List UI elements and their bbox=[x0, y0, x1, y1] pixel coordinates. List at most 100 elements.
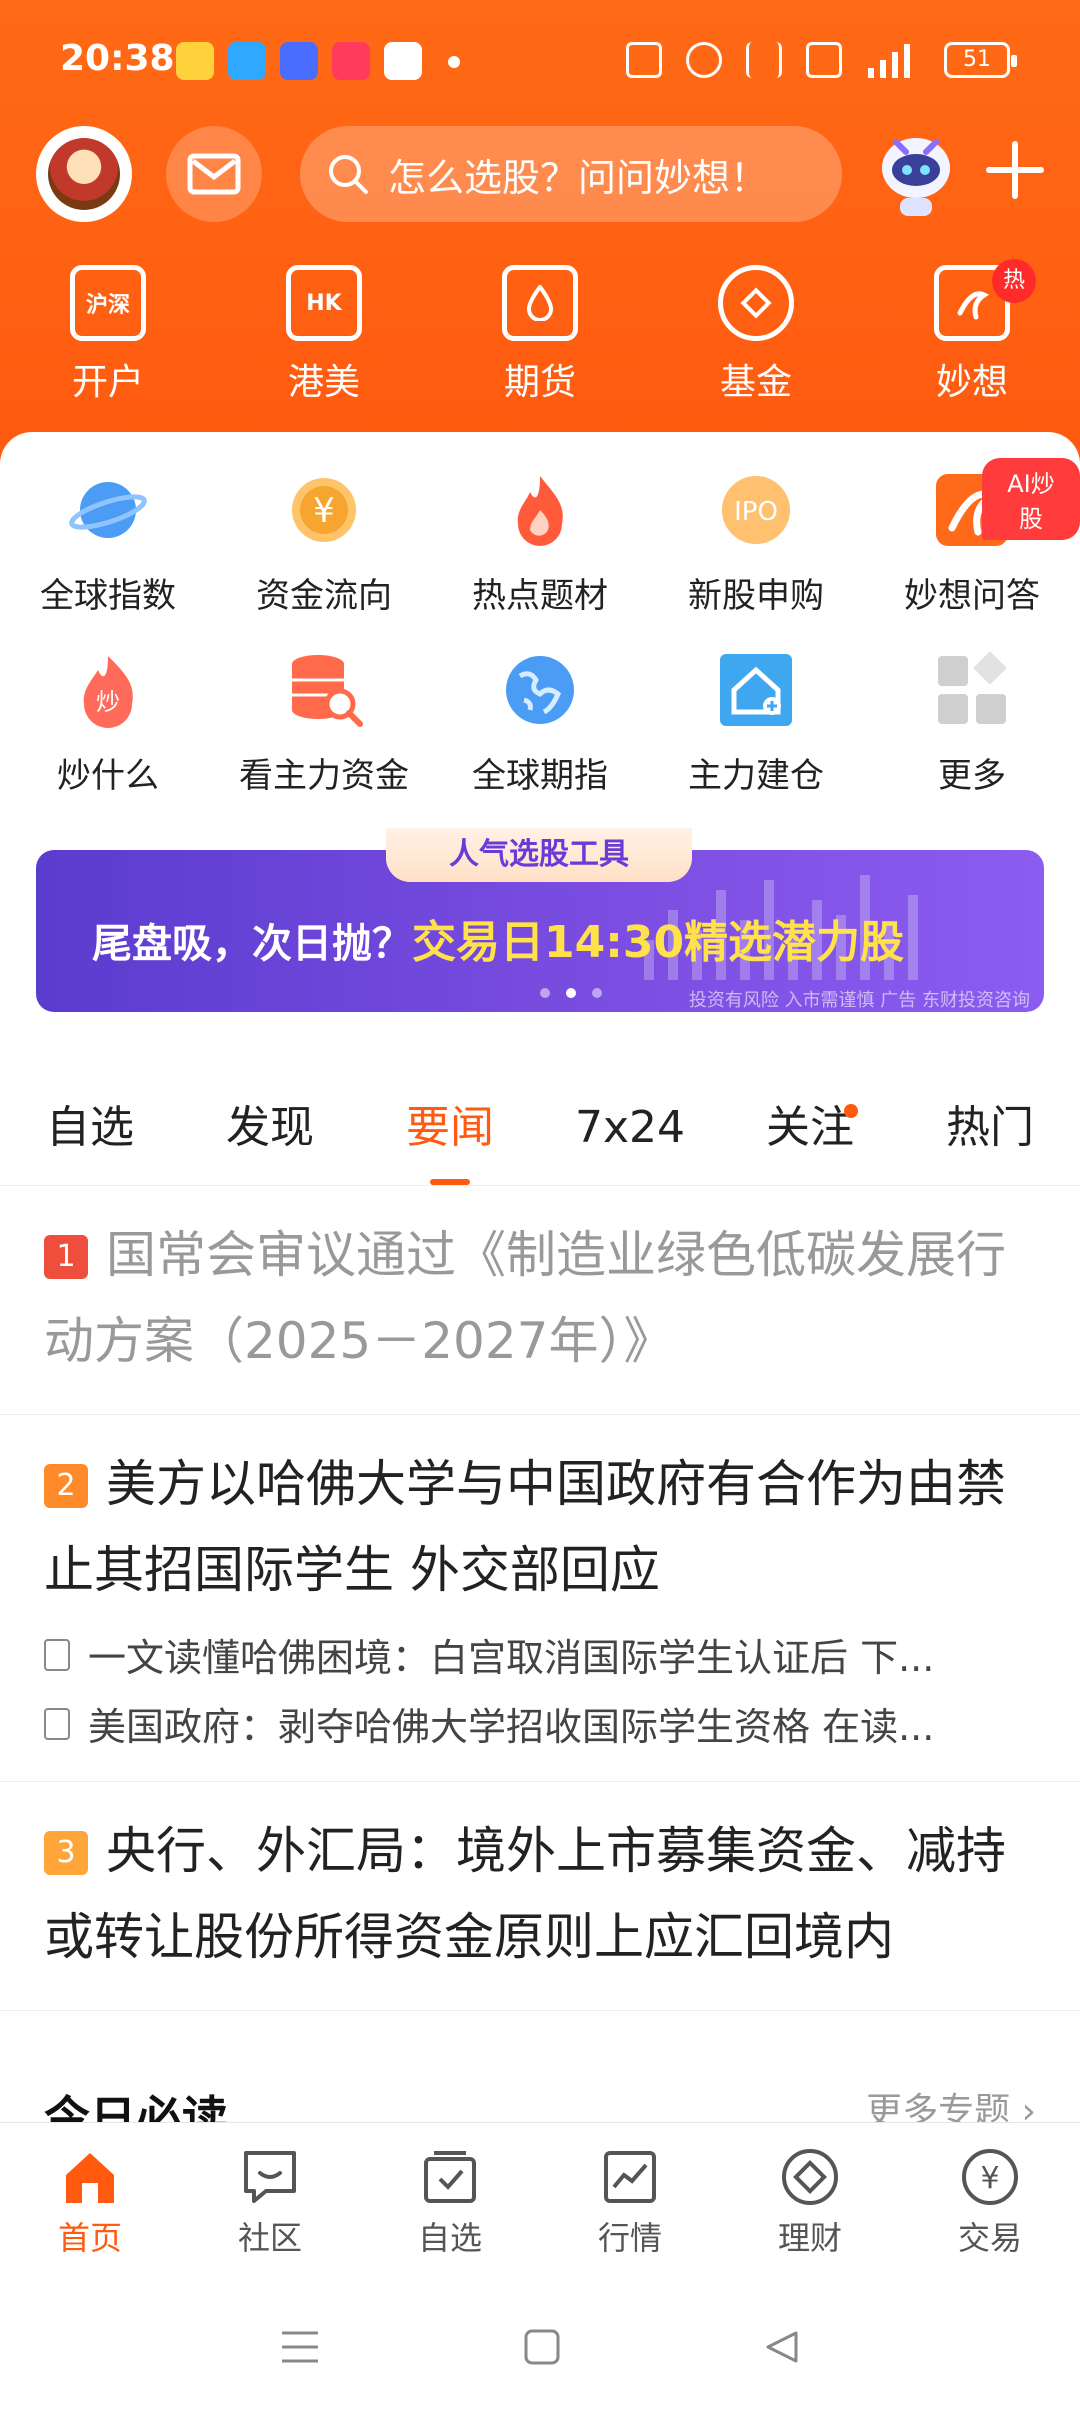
market-chart-icon bbox=[604, 2151, 656, 2203]
news-title: 2 美方以哈佛大学与中国政府有合作为由禁止其招国际学生 外交部回应 bbox=[44, 1441, 1036, 1613]
home-square-icon[interactable] bbox=[522, 2327, 562, 2367]
top-nav-label: 期货 bbox=[503, 362, 576, 403]
rank-badge: 3 bbox=[44, 1831, 88, 1875]
ipo-icon: IPO bbox=[722, 476, 790, 544]
planet-icon bbox=[69, 482, 147, 538]
status-icons: 51 bbox=[626, 42, 1017, 78]
nav-finance[interactable]: 理财 bbox=[720, 2123, 900, 2282]
nav-trade[interactable]: ¥ 交易 bbox=[900, 2123, 1080, 2282]
nav-watchlist[interactable]: 自选 bbox=[360, 2123, 540, 2282]
grid-miaoxiang-qa[interactable]: AI炒股 妙想问答 bbox=[864, 458, 1080, 650]
grid-ipo[interactable]: IPO 新股申购 bbox=[648, 470, 864, 650]
svg-text:IPO: IPO bbox=[734, 497, 778, 527]
app-notification-icon bbox=[280, 42, 318, 80]
nav-market[interactable]: 行情 bbox=[540, 2123, 720, 2282]
status-bar: 20:38 51 bbox=[0, 0, 1080, 120]
futures-icon bbox=[502, 265, 578, 341]
menu-icon[interactable] bbox=[278, 2329, 322, 2365]
more-notifications-dot bbox=[448, 56, 460, 68]
yuan-coin-icon: ¥ bbox=[292, 478, 356, 542]
grid-global-index[interactable]: 全球指数 bbox=[0, 470, 216, 650]
grid-label: 看主力资金 bbox=[239, 756, 409, 796]
related-article[interactable]: 一文读懂哈佛困境：白宫取消国际学生认证后 下... bbox=[44, 1627, 1036, 1682]
top-nav: 沪深 开户 HK 港美 期货 基金 热 妙想 bbox=[0, 259, 1080, 405]
search-placeholder: 怎么选股？问问妙想！ bbox=[388, 155, 769, 200]
rank-badge: 2 bbox=[44, 1464, 88, 1508]
house-chart-icon bbox=[720, 654, 792, 726]
grid-label: 热点题材 bbox=[472, 576, 608, 616]
mail-button[interactable] bbox=[166, 126, 262, 222]
related-article[interactable]: 美国政府：剥夺哈佛大学招收国际学生资格 在读... bbox=[44, 1696, 1036, 1751]
tab-watchlist[interactable]: 自选 bbox=[0, 1090, 180, 1185]
top-nav-label: 妙想 bbox=[935, 362, 1008, 403]
ai-robot-icon[interactable] bbox=[866, 122, 966, 222]
top-nav-account[interactable]: 沪深 开户 bbox=[0, 265, 216, 405]
globe-icon bbox=[506, 656, 574, 724]
tab-follow[interactable]: 关注 bbox=[720, 1090, 900, 1185]
nav-label: 首页 bbox=[57, 2219, 122, 2257]
grid-fund-flow[interactable]: ¥ 资金流向 bbox=[216, 470, 432, 650]
account-open-icon: 沪深 bbox=[70, 265, 146, 341]
nav-community[interactable]: 社区 bbox=[180, 2123, 360, 2282]
add-icon[interactable] bbox=[985, 140, 1045, 200]
top-nav-fund[interactable]: 基金 bbox=[648, 265, 864, 405]
app-notification-icon bbox=[228, 42, 266, 80]
tab-hot[interactable]: 热门 bbox=[900, 1090, 1080, 1185]
grid-label: 全球指数 bbox=[40, 576, 176, 616]
home-icon bbox=[66, 2153, 114, 2203]
news-title: 3 央行、外汇局：境外上市募集资金、减持或转让股份所得资金原则上应汇回境内 bbox=[44, 1808, 1036, 1980]
grid-main-funds[interactable]: 看主力资金 bbox=[216, 650, 432, 830]
grid-main-position[interactable]: 主力建仓 bbox=[648, 650, 864, 830]
trade-yuan-icon: ¥ bbox=[962, 2149, 1018, 2205]
grid-label: 炒什么 bbox=[57, 756, 159, 796]
unread-dot bbox=[844, 1104, 858, 1118]
grid-label: 资金流向 bbox=[256, 576, 392, 616]
grid-what-to-trade[interactable]: 炒 炒什么 bbox=[0, 650, 216, 830]
grid-hot-topics[interactable]: 热点题材 bbox=[432, 470, 648, 650]
bluetooth-icon bbox=[746, 42, 782, 78]
related-article-text: 美国政府：剥夺哈佛大学招收国际学生资格 在读... bbox=[88, 1705, 935, 1749]
svg-text:¥: ¥ bbox=[313, 491, 335, 531]
banner-text-a: 尾盘吸，次日抛？ bbox=[92, 921, 412, 967]
top-nav-label: 开户 bbox=[71, 362, 144, 403]
news-tabs: 自选 发现 要闻 7x24 关注 热门 bbox=[0, 1090, 1080, 1186]
document-icon bbox=[44, 1638, 70, 1671]
hot-badge: 热 bbox=[992, 259, 1036, 303]
news-item[interactable]: 2 美方以哈佛大学与中国政府有合作为由禁止其招国际学生 外交部回应 一文读懂哈佛困… bbox=[0, 1415, 1080, 1782]
tab-news[interactable]: 要闻 bbox=[360, 1090, 540, 1185]
hd-icon bbox=[806, 42, 842, 78]
feature-grid: 全球指数 ¥ 资金流向 热点题材 IPO 新股申购 AI炒股 妙想问答 炒 炒什… bbox=[0, 458, 1080, 830]
grid-global-futures[interactable]: 全球期指 bbox=[432, 650, 648, 830]
news-item[interactable]: 3 央行、外汇局：境外上市募集资金、减持或转让股份所得资金原则上应汇回境内 bbox=[0, 1782, 1080, 2011]
battery-icon: 51 bbox=[944, 42, 1017, 78]
grid-label: 更多 bbox=[938, 756, 1006, 796]
news-item[interactable]: 1 国常会审议通过《制造业绿色低碳发展行动方案（2025－2027年）》 bbox=[0, 1186, 1080, 1415]
back-icon[interactable] bbox=[762, 2327, 802, 2367]
finance-diamond-icon bbox=[782, 2149, 838, 2205]
news-title-text: 国常会审议通过《制造业绿色低碳发展行动方案（2025－2027年）》 bbox=[44, 1226, 1006, 1370]
grid-more[interactable]: 更多 bbox=[864, 650, 1080, 830]
tab-7x24[interactable]: 7x24 bbox=[540, 1090, 720, 1185]
mail-icon bbox=[187, 153, 241, 195]
watchlist-icon bbox=[424, 2151, 476, 2203]
search-icon bbox=[329, 155, 368, 194]
top-nav-hk-us[interactable]: HK 港美 bbox=[216, 265, 432, 405]
status-time: 20:38 bbox=[60, 38, 175, 79]
news-title-text: 央行、外汇局：境外上市募集资金、减持或转让股份所得资金原则上应汇回境内 bbox=[44, 1822, 1006, 1966]
banner-text: 尾盘吸，次日抛？交易日14:30精选潜力股 bbox=[92, 906, 904, 970]
top-nav-futures[interactable]: 期货 bbox=[432, 265, 648, 405]
system-nav-bar bbox=[0, 2282, 1080, 2412]
banner-text-b: 交易日14:30精选潜力股 bbox=[412, 917, 905, 968]
app-notification-icon bbox=[384, 42, 422, 80]
svg-text:¥: ¥ bbox=[980, 2161, 999, 2196]
nav-label: 自选 bbox=[417, 2219, 482, 2257]
top-nav-label: 基金 bbox=[719, 362, 792, 403]
more-grid-icon bbox=[938, 651, 1007, 724]
search-bar[interactable]: 怎么选股？问问妙想！ bbox=[300, 126, 842, 222]
top-nav-miaoxiang[interactable]: 热 妙想 bbox=[864, 259, 1080, 405]
pager-dot-active bbox=[566, 988, 576, 998]
user-avatar[interactable] bbox=[36, 126, 132, 222]
database-search-icon bbox=[292, 655, 363, 727]
nav-home[interactable]: 首页 bbox=[0, 2123, 180, 2282]
tab-discover[interactable]: 发现 bbox=[180, 1090, 360, 1185]
